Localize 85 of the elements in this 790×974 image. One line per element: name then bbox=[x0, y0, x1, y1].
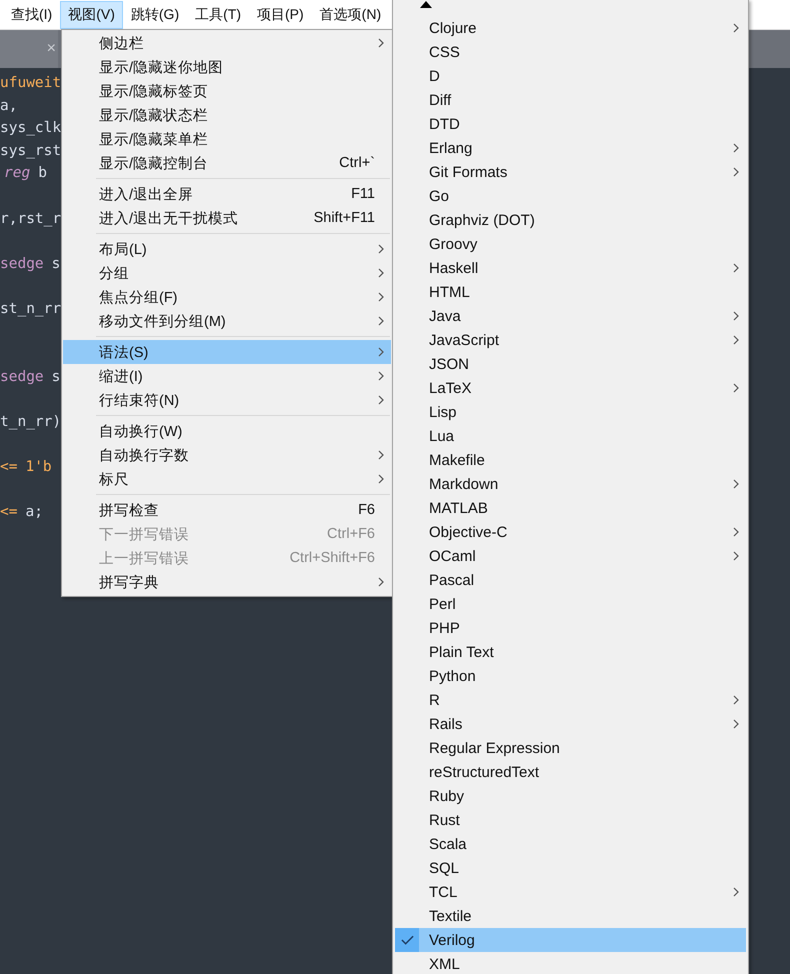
menu-item[interactable]: Java bbox=[395, 304, 746, 328]
menu-item[interactable]: 显示/隐藏状态栏 bbox=[63, 103, 391, 127]
code-token: st_n_rr bbox=[0, 300, 62, 319]
menu-item[interactable]: 移动文件到分组(M) bbox=[63, 309, 391, 333]
code-token: a, bbox=[0, 96, 18, 116]
menu-item[interactable]: Clojure bbox=[395, 16, 746, 40]
menu-item[interactable]: 缩进(I) bbox=[63, 364, 391, 388]
menu-item[interactable]: D bbox=[395, 64, 746, 88]
menu-item[interactable]: HTML bbox=[395, 280, 746, 304]
menu-bar-item[interactable]: 视图(V) bbox=[60, 0, 123, 28]
menu-item[interactable]: 显示/隐藏迷你地图 bbox=[63, 55, 391, 79]
menu-item[interactable]: TCL bbox=[395, 880, 746, 904]
menu-bar-item[interactable]: 查找(I) bbox=[3, 0, 60, 28]
menu-item[interactable]: Perl bbox=[395, 592, 746, 616]
menu-item[interactable]: PHP bbox=[395, 616, 746, 640]
code-token: <= bbox=[0, 458, 18, 478]
menu-item[interactable]: 显示/隐藏控制台 Ctrl+` bbox=[63, 151, 391, 175]
menu-item[interactable]: 侧边栏 bbox=[63, 31, 391, 55]
menu-bar-item[interactable]: 工具(T) bbox=[187, 0, 249, 28]
menu-item[interactable]: Rails bbox=[395, 712, 746, 736]
menu-item[interactable]: Makefile bbox=[395, 448, 746, 472]
menu-item[interactable]: Diff bbox=[395, 88, 746, 112]
code-token: a; bbox=[25, 503, 43, 522]
code-token: s bbox=[52, 254, 60, 274]
menu-item[interactable]: DTD bbox=[395, 112, 746, 136]
menu-item[interactable]: 显示/隐藏标签页 bbox=[63, 79, 391, 103]
menu-bar-item[interactable]: 首选项(N) bbox=[312, 0, 390, 28]
menu-item[interactable]: Haskell bbox=[395, 256, 746, 280]
code-token: sedge bbox=[0, 368, 44, 387]
menu-item[interactable]: Objective-C bbox=[395, 520, 746, 544]
menu-item[interactable]: R bbox=[395, 688, 746, 712]
code-token: reg bbox=[4, 164, 30, 184]
menu-item[interactable]: Verilog bbox=[395, 928, 746, 952]
menu-item[interactable]: Python bbox=[395, 664, 746, 688]
menu-item[interactable]: Scala bbox=[395, 832, 746, 856]
menu-item[interactable]: 分组 bbox=[63, 261, 391, 285]
menu-item[interactable]: 自动换行(W) bbox=[63, 419, 391, 443]
menu-item[interactable]: 语法(S) bbox=[63, 340, 391, 364]
menu-item[interactable]: Textile bbox=[395, 904, 746, 928]
code-token: <= bbox=[0, 503, 18, 522]
check-icon bbox=[400, 935, 414, 945]
menu-bar-item[interactable]: 跳转(G) bbox=[122, 0, 188, 28]
menu-item[interactable]: reStructuredText bbox=[395, 760, 746, 784]
menu-item[interactable]: JSON bbox=[395, 352, 746, 376]
menu-bar-item[interactable]: 项目(P) bbox=[249, 0, 312, 28]
menu-item[interactable]: Erlang bbox=[395, 136, 746, 160]
menu-item[interactable]: 进入/退出无干扰模式 Shift+F11 bbox=[63, 206, 391, 230]
menu-item[interactable]: 布局(L) bbox=[63, 237, 391, 261]
menu-item[interactable]: Pascal bbox=[395, 568, 746, 592]
code-token: b bbox=[38, 164, 47, 184]
menu-item[interactable]: Markdown bbox=[395, 472, 746, 496]
menu-item[interactable]: 自动换行字数 bbox=[63, 443, 391, 467]
menu-item[interactable]: 拼写检查 F6 bbox=[63, 498, 391, 522]
code-token: sedge bbox=[0, 254, 44, 274]
menu-item[interactable]: Lisp bbox=[395, 400, 746, 424]
menu-item[interactable]: Git Formats bbox=[395, 160, 746, 184]
code-token: r,rst_r bbox=[0, 210, 62, 229]
menu-item[interactable]: OCaml bbox=[395, 544, 746, 568]
code-token: t_n_rr) bbox=[0, 412, 62, 432]
menu-item[interactable]: Graphviz (DOT) bbox=[395, 208, 746, 232]
menu-item[interactable]: 焦点分组(F) bbox=[63, 285, 391, 309]
menu-item[interactable]: 行结束符(N) bbox=[63, 388, 391, 412]
menu-item[interactable]: LaTeX bbox=[395, 376, 746, 400]
menu-item[interactable]: Rust bbox=[395, 808, 746, 832]
code-token: sys_clk bbox=[0, 119, 62, 138]
menu-item[interactable]: CSS bbox=[395, 40, 746, 64]
menu-item[interactable]: 标尺 bbox=[63, 467, 391, 491]
menu-item[interactable]: 拼写字典 bbox=[63, 570, 391, 594]
code-token: ufuweit bbox=[0, 74, 62, 93]
code-token: sys_rst bbox=[0, 142, 62, 161]
code-token: 1'b bbox=[25, 458, 52, 478]
menu-item[interactable]: Groovy bbox=[395, 232, 746, 256]
menu-item[interactable]: JavaScript bbox=[395, 328, 746, 352]
menu-item[interactable]: Lua bbox=[395, 424, 746, 448]
menu-item[interactable]: Regular Expression bbox=[395, 736, 746, 760]
menu-item[interactable]: SQL bbox=[395, 856, 746, 880]
menu-item[interactable]: Ruby bbox=[395, 784, 746, 808]
menu-item[interactable]: XML bbox=[395, 952, 746, 974]
menu-item[interactable]: 显示/隐藏菜单栏 bbox=[63, 127, 391, 151]
scroll-up-icon[interactable] bbox=[420, 1, 432, 8]
code-token: s bbox=[52, 368, 60, 387]
menu-item[interactable]: Go bbox=[395, 184, 746, 208]
menu-item[interactable]: 进入/退出全屏 F11 bbox=[63, 182, 391, 206]
menu-item[interactable]: MATLAB bbox=[395, 496, 746, 520]
menu-item[interactable]: Plain Text bbox=[395, 640, 746, 664]
